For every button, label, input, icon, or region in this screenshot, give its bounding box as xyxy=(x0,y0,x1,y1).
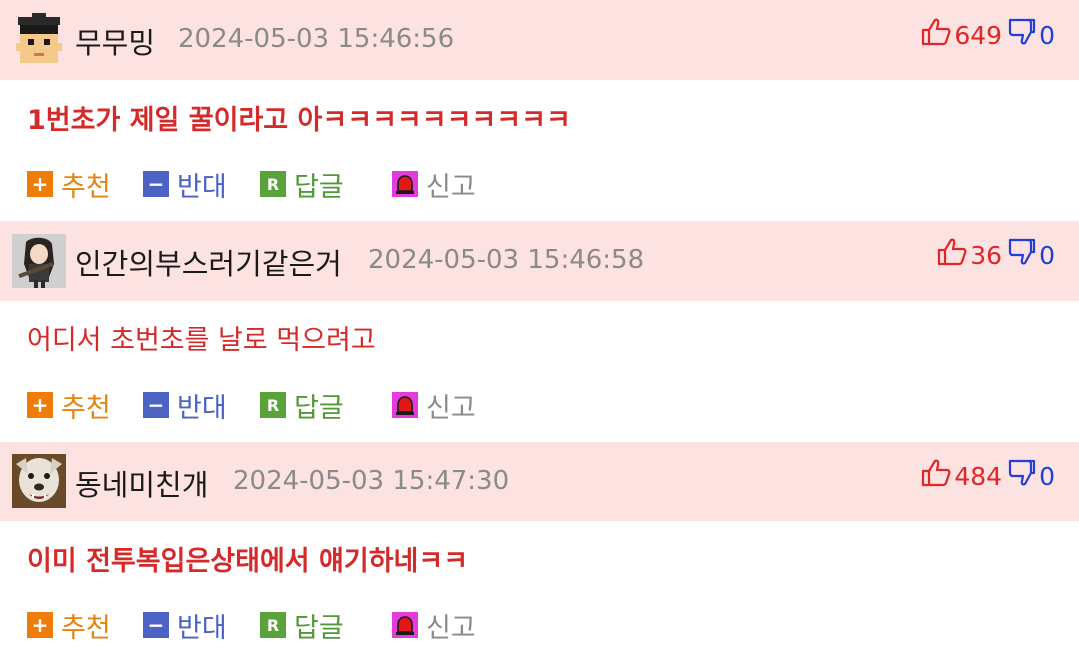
upvote-count: 484 xyxy=(954,461,1003,491)
report-button[interactable]: 신고 xyxy=(392,605,476,645)
reply-label: 답글 xyxy=(294,612,344,644)
comment-author[interactable]: 동네미친개 xyxy=(75,462,208,504)
reply-button[interactable]: R 답글 xyxy=(260,385,344,425)
thumbs-up-icon[interactable] xyxy=(921,459,951,493)
comment-header: 동네미친개 2024-05-03 15:47:30 484 0 xyxy=(0,442,1079,521)
comment-text: 1번초가 제일 꿀이라고 아ㅋㅋㅋㅋㅋㅋㅋㅋㅋㅋ xyxy=(27,105,571,136)
thumbs-up-icon[interactable] xyxy=(937,238,967,272)
thumbs-down-icon[interactable] xyxy=(1008,18,1036,52)
report-label: 신고 xyxy=(426,392,476,424)
plus-icon: + xyxy=(27,612,53,638)
reply-button[interactable]: R 답글 xyxy=(260,164,344,204)
comment-text: 어디서 초번초를 날로 먹으려고 xyxy=(27,325,376,356)
comment-header: 인간의부스러기같은거 2024-05-03 15:46:58 36 0 xyxy=(0,221,1079,301)
pixel-face-avatar[interactable] xyxy=(12,13,66,67)
downvote-count: 0 xyxy=(1039,461,1055,491)
report-button[interactable]: 신고 xyxy=(392,385,476,425)
thumbs-down-icon[interactable] xyxy=(1008,238,1036,272)
recommend-label: 추천 xyxy=(61,171,111,203)
thumbs-down-icon[interactable] xyxy=(1008,459,1036,493)
siren-icon xyxy=(392,171,418,197)
thumbs-up-icon[interactable] xyxy=(921,18,951,52)
reply-button[interactable]: R 답글 xyxy=(260,605,344,645)
report-label: 신고 xyxy=(426,171,476,203)
vote-counts: 36 0 xyxy=(937,238,1055,272)
reply-r-icon: R xyxy=(260,612,286,638)
minus-icon: − xyxy=(143,392,169,418)
report-label: 신고 xyxy=(426,612,476,644)
comment-timestamp: 2024-05-03 15:46:58 xyxy=(368,245,645,275)
comment-author[interactable]: 인간의부스러기같은거 xyxy=(75,241,342,283)
siren-icon xyxy=(392,612,418,638)
reply-label: 답글 xyxy=(294,392,344,424)
oppose-label: 반대 xyxy=(177,171,227,203)
plus-icon: + xyxy=(27,392,53,418)
minus-icon: − xyxy=(143,171,169,197)
siren-icon xyxy=(392,392,418,418)
downvote-count: 0 xyxy=(1039,20,1055,50)
oppose-button[interactable]: − 반대 xyxy=(143,605,227,645)
dog-photo-avatar[interactable] xyxy=(12,454,66,508)
recommend-label: 추천 xyxy=(61,612,111,644)
vote-counts: 649 0 xyxy=(921,18,1055,52)
reply-r-icon: R xyxy=(260,171,286,197)
comment-actions: + 추천 − 반대 R 답글 신고 xyxy=(27,385,627,425)
report-button[interactable]: 신고 xyxy=(392,164,476,204)
oppose-label: 반대 xyxy=(177,612,227,644)
comment-timestamp: 2024-05-03 15:47:30 xyxy=(233,466,510,496)
comment-timestamp: 2024-05-03 15:46:56 xyxy=(178,24,455,54)
downvote-count: 0 xyxy=(1039,240,1055,270)
oppose-label: 반대 xyxy=(177,392,227,424)
minus-icon: − xyxy=(143,612,169,638)
comment-author[interactable]: 무무밍 xyxy=(75,20,155,62)
oppose-button[interactable]: − 반대 xyxy=(143,385,227,425)
recommend-button[interactable]: + 추천 xyxy=(27,605,111,645)
plus-icon: + xyxy=(27,171,53,197)
upvote-count: 36 xyxy=(970,240,1003,270)
vote-counts: 484 0 xyxy=(921,459,1055,493)
comment-actions: + 추천 − 반대 R 답글 신고 xyxy=(27,605,627,645)
oppose-button[interactable]: − 반대 xyxy=(143,164,227,204)
comment-text: 이미 전투복입은상태에서 얘기하네ㅋㅋ xyxy=(27,546,469,577)
anime-character-avatar[interactable] xyxy=(12,234,66,288)
upvote-count: 649 xyxy=(954,20,1003,50)
recommend-label: 추천 xyxy=(61,392,111,424)
comment-actions: + 추천 − 반대 R 답글 신고 xyxy=(27,164,627,204)
reply-r-icon: R xyxy=(260,392,286,418)
recommend-button[interactable]: + 추천 xyxy=(27,164,111,204)
comment-header: 무무밍 2024-05-03 15:46:56 649 0 xyxy=(0,0,1079,80)
recommend-button[interactable]: + 추천 xyxy=(27,385,111,425)
reply-label: 답글 xyxy=(294,171,344,203)
